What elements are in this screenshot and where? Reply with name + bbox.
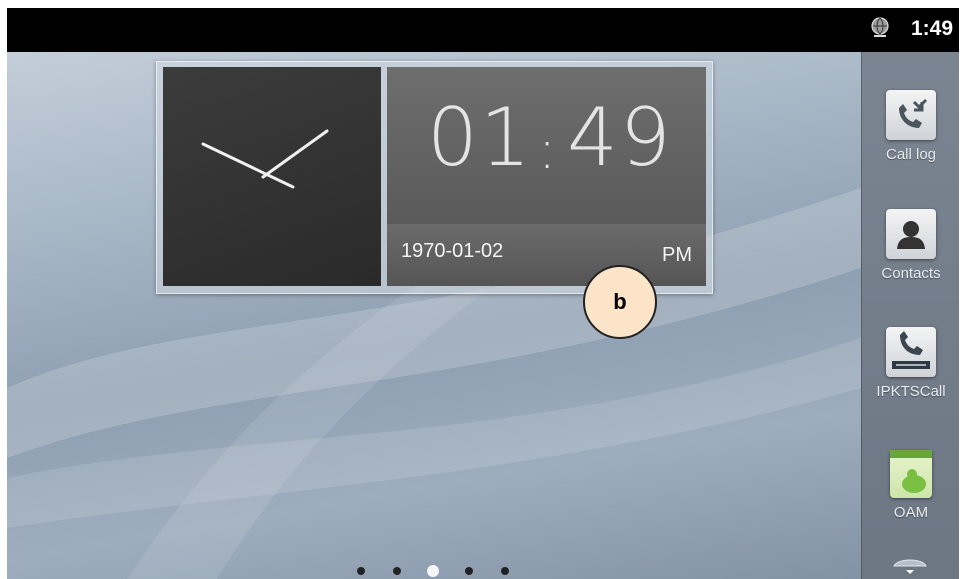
ampm-text: PM (662, 244, 692, 266)
dock-item-ipktscall[interactable]: IPKTSCall (862, 327, 959, 400)
dock-label: Call log (885, 146, 937, 163)
clock-widget[interactable]: 01 : 49 1970-01-02 PM (156, 61, 713, 294)
time-hours: 01 (427, 91, 533, 184)
dock-label: Contacts (881, 265, 941, 282)
favorites-dock: Call log Contacts IPKTSCall OAM (861, 52, 959, 579)
clock-hands-icon (201, 129, 329, 189)
time-minutes: 49 (567, 91, 673, 184)
annotation-badge: b (583, 265, 657, 339)
page-dot[interactable] (501, 567, 509, 575)
call-log-icon (886, 90, 936, 140)
page-dot[interactable] (393, 567, 401, 575)
home-screen: 1:49 01 : 49 1970-01-02 PM Call log Cont… (7, 8, 959, 579)
dock-label: OAM (893, 504, 929, 521)
page-dot[interactable] (357, 567, 365, 575)
dock-item-oam[interactable]: OAM (862, 450, 959, 521)
ipecs-phone-icon (886, 327, 936, 377)
digital-time-panel: 01 : 49 (387, 67, 706, 224)
date-text: 1970-01-02 (401, 240, 504, 262)
globe-icon (871, 17, 889, 37)
date-row: 1970-01-02 PM (387, 224, 706, 286)
analog-clock (163, 67, 381, 286)
dock-item-contacts[interactable]: Contacts (862, 209, 959, 282)
dock-item-call-log[interactable]: Call log (862, 90, 959, 163)
contacts-icon (886, 209, 936, 259)
page-dot[interactable] (465, 567, 473, 575)
app-drawer-icon[interactable] (888, 552, 932, 576)
dock-label: IPKTSCall (876, 383, 946, 400)
status-bar: 1:49 (7, 8, 959, 52)
page-dot-active[interactable] (427, 565, 439, 577)
page-indicator (357, 565, 517, 577)
android-app-icon (890, 450, 932, 498)
time-separator: : (538, 118, 559, 181)
status-clock: 1:49 (910, 17, 953, 40)
